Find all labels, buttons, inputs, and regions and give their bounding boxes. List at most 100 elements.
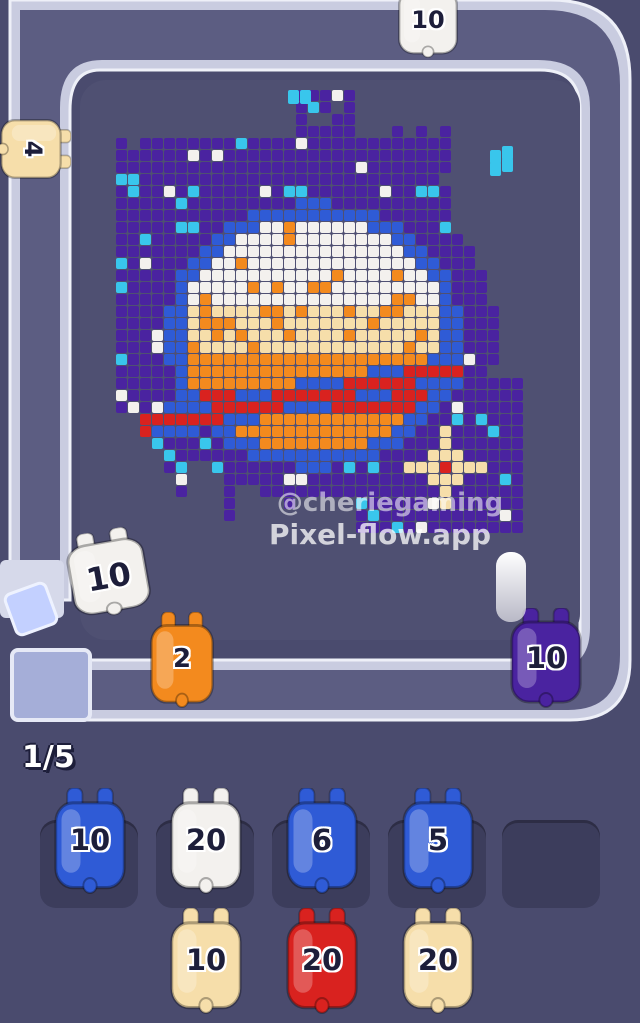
pixel-purple <box>428 174 439 185</box>
spawner-box[interactable] <box>10 648 92 722</box>
belt-orange[interactable]: 2 <box>148 612 216 708</box>
pixel-purple <box>500 438 511 449</box>
pixel-tile <box>428 474 439 485</box>
pixel-tile <box>296 246 307 257</box>
pixel-purple <box>356 198 367 209</box>
left-piece[interactable]: 4 <box>0 117 71 181</box>
pixel-cyan <box>164 450 175 461</box>
queue-piece-row2-3[interactable]: 20 <box>400 908 476 1014</box>
pixel-tile <box>380 318 391 329</box>
pixel-purple <box>476 330 487 341</box>
pixel-purple <box>368 198 379 209</box>
pixel-tile <box>440 354 451 365</box>
pixel-purple <box>404 174 415 185</box>
pixel-tile <box>200 390 211 401</box>
pixel-tile <box>368 378 379 389</box>
pixel-tile <box>320 390 331 401</box>
pixel-tile <box>404 306 415 317</box>
pixel-purple <box>296 114 307 125</box>
pixel-purple <box>452 282 463 293</box>
pixel-purple <box>356 138 367 149</box>
pixel-tile <box>440 390 451 401</box>
pixel-tile <box>200 342 211 353</box>
pixel-tile <box>236 342 247 353</box>
pixel-tile <box>452 378 463 389</box>
pixel-purple <box>476 426 487 437</box>
fist-piece[interactable]: 10 <box>59 523 157 622</box>
pixel-purple <box>332 174 343 185</box>
pixel-tile <box>416 306 427 317</box>
pixel-tile <box>212 378 223 389</box>
pixel-purple <box>152 354 163 365</box>
pixel-purple <box>140 210 151 221</box>
queue-slot[interactable] <box>502 820 600 908</box>
pixel-tile <box>260 438 271 449</box>
pixel-purple <box>320 174 331 185</box>
pixel-purple <box>284 174 295 185</box>
queue-piece-2[interactable]: 20 <box>168 788 244 894</box>
pixel-tile <box>308 246 319 257</box>
pixel-tile <box>344 426 355 437</box>
pixel-purple <box>188 210 199 221</box>
pixel-tile <box>200 366 211 377</box>
queue-piece-3[interactable]: 6 <box>284 788 360 894</box>
pixel-purple <box>464 258 475 269</box>
pixel-purple <box>476 294 487 305</box>
queue-piece-1[interactable]: 10 <box>52 788 128 894</box>
pixel-tile <box>320 294 331 305</box>
pixel-purple <box>128 390 139 401</box>
pixel-purple <box>248 138 259 149</box>
pixel-tile <box>476 462 487 473</box>
pixel-purple <box>260 150 271 161</box>
pixel-purple <box>356 150 367 161</box>
pixel-purple <box>140 330 151 341</box>
pixel-tile <box>224 270 235 281</box>
pixel-tile <box>368 450 379 461</box>
pixel-tile <box>260 318 271 329</box>
pixel-cyan <box>296 186 307 197</box>
pixel-purple <box>464 294 475 305</box>
pixel-purple <box>140 366 151 377</box>
queue-piece-4[interactable]: 5 <box>400 788 476 894</box>
pixel-purple <box>440 210 451 221</box>
pixel-tile <box>368 282 379 293</box>
pixel-tile <box>296 390 307 401</box>
pixel-tile <box>260 414 271 425</box>
pixel-purple <box>140 198 151 209</box>
pixel-tile <box>176 330 187 341</box>
pixel-tile <box>308 258 319 269</box>
pixel-purple <box>236 462 247 473</box>
top-piece[interactable]: 10 <box>396 0 460 58</box>
pixel-purple <box>296 162 307 173</box>
belt-purple[interactable]: 10 <box>508 608 584 708</box>
pixel-tile <box>236 234 247 245</box>
pixel-cyan <box>116 174 127 185</box>
pixel-purple <box>176 450 187 461</box>
pixel-tile <box>224 246 235 257</box>
pixel-tile <box>260 306 271 317</box>
pixel-purple <box>380 462 391 473</box>
pixel-tile <box>296 270 307 281</box>
pixel-purple <box>464 390 475 401</box>
pixel-purple <box>164 246 175 257</box>
pixel-purple <box>320 126 331 137</box>
pixel-purple <box>164 198 175 209</box>
queue-piece-row2-2[interactable]: 20 <box>284 908 360 1014</box>
pixel-tile <box>260 354 271 365</box>
pixel-tile <box>452 402 463 413</box>
pixel-purple <box>116 402 127 413</box>
pixel-purple <box>152 318 163 329</box>
pixel-purple <box>404 150 415 161</box>
pixel-purple <box>152 162 163 173</box>
pixel-purple <box>212 186 223 197</box>
pixel-tile <box>224 438 235 449</box>
pixel-cyan <box>236 138 247 149</box>
pixel-tile <box>260 186 271 197</box>
pixel-purple <box>140 318 151 329</box>
pixel-tile <box>356 402 367 413</box>
pixel-tile <box>212 426 223 437</box>
pixel-purple <box>164 462 175 473</box>
pixel-purple <box>416 474 427 485</box>
queue-piece-row2-1[interactable]: 10 <box>168 908 244 1014</box>
pixel-tile <box>248 306 259 317</box>
